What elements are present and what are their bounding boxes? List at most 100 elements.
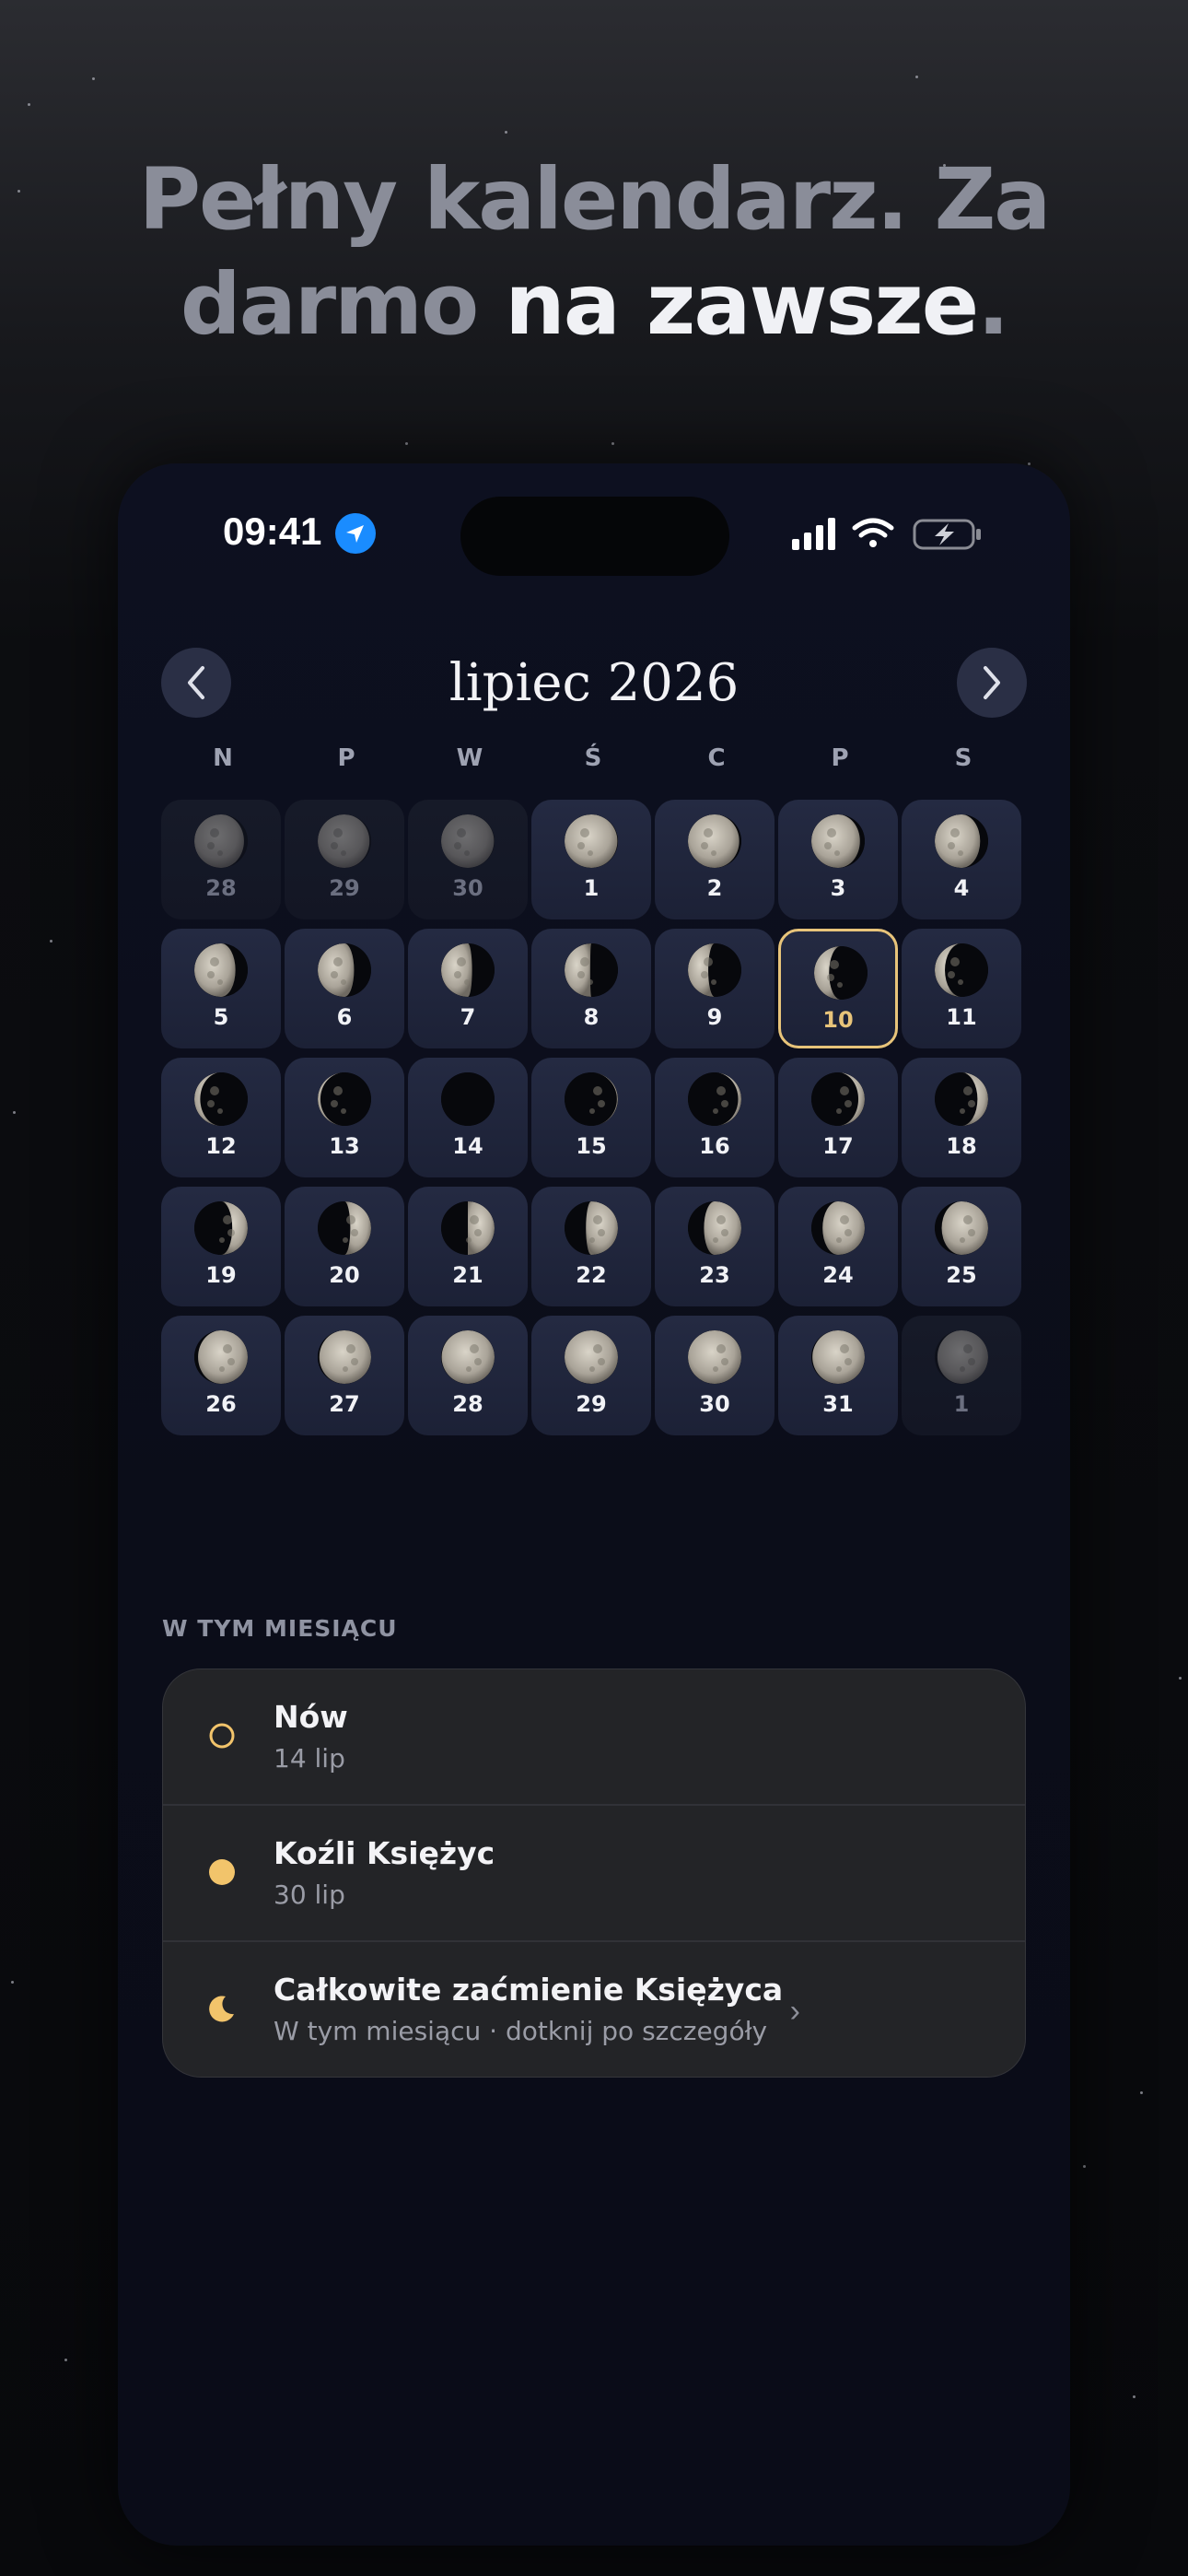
calendar-day-cell[interactable]: 12 <box>161 1058 281 1177</box>
new-moon-ring-icon <box>209 1723 235 1749</box>
calendar-day-cell[interactable]: 18 <box>902 1058 1021 1177</box>
calendar-day-cell[interactable]: 28 <box>161 800 281 919</box>
day-number: 18 <box>946 1133 977 1159</box>
status-time: 09:41 <box>223 509 322 553</box>
day-number: 4 <box>953 875 970 901</box>
calendar-day-cell[interactable]: 29 <box>285 800 404 919</box>
star-dot <box>28 103 30 106</box>
day-number: 24 <box>822 1262 854 1288</box>
day-number: 1 <box>953 1391 970 1417</box>
day-number: 2 <box>706 875 723 901</box>
calendar-day-cell[interactable]: 29 <box>531 1316 651 1435</box>
moon-phase-icon <box>935 1201 988 1255</box>
moon-phase-icon <box>318 1072 371 1126</box>
moon-phase-icon <box>565 1330 618 1384</box>
chevron-right-icon: › <box>789 1994 800 2029</box>
calendar-day-cell[interactable]: 22 <box>531 1187 651 1306</box>
calendar-day-cell[interactable]: 11 <box>902 929 1021 1048</box>
event-title: Nów <box>274 1699 348 1735</box>
day-number: 9 <box>706 1004 723 1030</box>
day-number: 15 <box>576 1133 607 1159</box>
calendar-day-cell[interactable]: 31 <box>778 1316 898 1435</box>
moon-phase-icon <box>935 814 988 868</box>
calendar-day-cell[interactable]: 30 <box>408 800 528 919</box>
event-subtitle: W tym miesiącu · dotknij po szczegóły <box>274 2016 768 2046</box>
calendar-day-cell[interactable]: 16 <box>655 1058 775 1177</box>
moon-phase-icon <box>194 814 248 868</box>
moon-phase-icon <box>688 1072 741 1126</box>
calendar-day-cell-today[interactable]: 10 <box>778 929 898 1048</box>
calendar-day-cell[interactable]: 28 <box>408 1316 528 1435</box>
star-dot <box>13 1111 16 1114</box>
moon-phase-icon <box>441 814 495 868</box>
calendar-day-cell[interactable]: 14 <box>408 1058 528 1177</box>
event-row-lunar-eclipse[interactable]: Całkowite zaćmienie Księżyca W tym miesi… <box>163 1942 1025 2077</box>
wifi-icon <box>852 518 894 547</box>
calendar-day-cell[interactable]: 2 <box>655 800 775 919</box>
star-dot <box>1133 2395 1136 2398</box>
day-number: 29 <box>329 875 360 901</box>
calendar-day-cell[interactable]: 21 <box>408 1187 528 1306</box>
moon-phase-icon <box>441 1072 495 1126</box>
calendar-day-cell[interactable]: 26 <box>161 1316 281 1435</box>
headline-line-1: Pełny kalendarz. Za <box>138 150 1052 249</box>
day-number: 16 <box>699 1133 730 1159</box>
day-number: 27 <box>329 1391 360 1417</box>
headline-dim-word: darmo <box>180 255 479 354</box>
full-moon-dot-icon <box>209 1859 235 1885</box>
weekday-header: N P W Ś C P S <box>161 744 1027 772</box>
weekday-label: W <box>456 744 483 772</box>
day-number: 11 <box>946 1004 977 1030</box>
event-title: Koźli Księżyc <box>274 1835 495 1871</box>
day-number: 30 <box>699 1391 730 1417</box>
calendar-day-cell[interactable]: 1 <box>902 1316 1021 1435</box>
day-number: 31 <box>822 1391 854 1417</box>
star-dot <box>405 442 408 445</box>
calendar-day-cell[interactable]: 1 <box>531 800 651 919</box>
moon-phase-icon <box>811 814 865 868</box>
weekday-label: P <box>831 744 849 772</box>
cellular-signal-icon <box>792 518 835 550</box>
headline-bright-words: na zawsze <box>505 255 979 354</box>
calendar-day-cell[interactable]: 25 <box>902 1187 1021 1306</box>
weekday-label: N <box>213 744 233 772</box>
weekday-label: Ś <box>584 744 602 772</box>
location-arrow-icon <box>335 513 376 554</box>
calendar-day-cell[interactable]: 8 <box>531 929 651 1048</box>
headline-period: . <box>977 255 1009 354</box>
calendar-day-cell[interactable]: 17 <box>778 1058 898 1177</box>
calendar-day-cell[interactable]: 15 <box>531 1058 651 1177</box>
calendar-day-cell[interactable]: 19 <box>161 1187 281 1306</box>
dynamic-island <box>460 497 729 576</box>
calendar-day-cell[interactable]: 13 <box>285 1058 404 1177</box>
star-dot <box>505 131 507 134</box>
calendar-day-cell[interactable]: 24 <box>778 1187 898 1306</box>
calendar-day-cell[interactable]: 20 <box>285 1187 404 1306</box>
calendar-day-cell[interactable]: 30 <box>655 1316 775 1435</box>
calendar-day-cell[interactable]: 9 <box>655 929 775 1048</box>
weekday-label: P <box>337 744 355 772</box>
star-dot <box>1028 463 1031 465</box>
event-row-new-moon[interactable]: Nów 14 lip <box>163 1669 1025 1806</box>
day-number: 30 <box>452 875 483 901</box>
moon-phase-icon <box>565 1201 618 1255</box>
day-number: 13 <box>329 1133 360 1159</box>
day-number: 29 <box>576 1391 607 1417</box>
calendar-day-cell[interactable]: 7 <box>408 929 528 1048</box>
star-dot <box>1140 2091 1143 2094</box>
next-month-button[interactable] <box>957 648 1027 718</box>
events-card: Nów 14 lip Koźli Księżyc 30 lip Całkowit… <box>162 1669 1026 2078</box>
calendar-day-cell[interactable]: 27 <box>285 1316 404 1435</box>
calendar-day-cell[interactable]: 3 <box>778 800 898 919</box>
moon-phase-icon <box>318 1201 371 1255</box>
calendar-day-cell[interactable]: 6 <box>285 929 404 1048</box>
day-number: 28 <box>205 875 237 901</box>
star-dot <box>915 76 918 78</box>
event-row-full-moon[interactable]: Koźli Księżyc 30 lip <box>163 1806 1025 1942</box>
star-dot <box>11 1981 14 1984</box>
battery-charging-icon <box>913 519 981 550</box>
calendar-day-cell[interactable]: 4 <box>902 800 1021 919</box>
moon-phase-icon <box>565 1072 618 1126</box>
calendar-day-cell[interactable]: 5 <box>161 929 281 1048</box>
calendar-day-cell[interactable]: 23 <box>655 1187 775 1306</box>
